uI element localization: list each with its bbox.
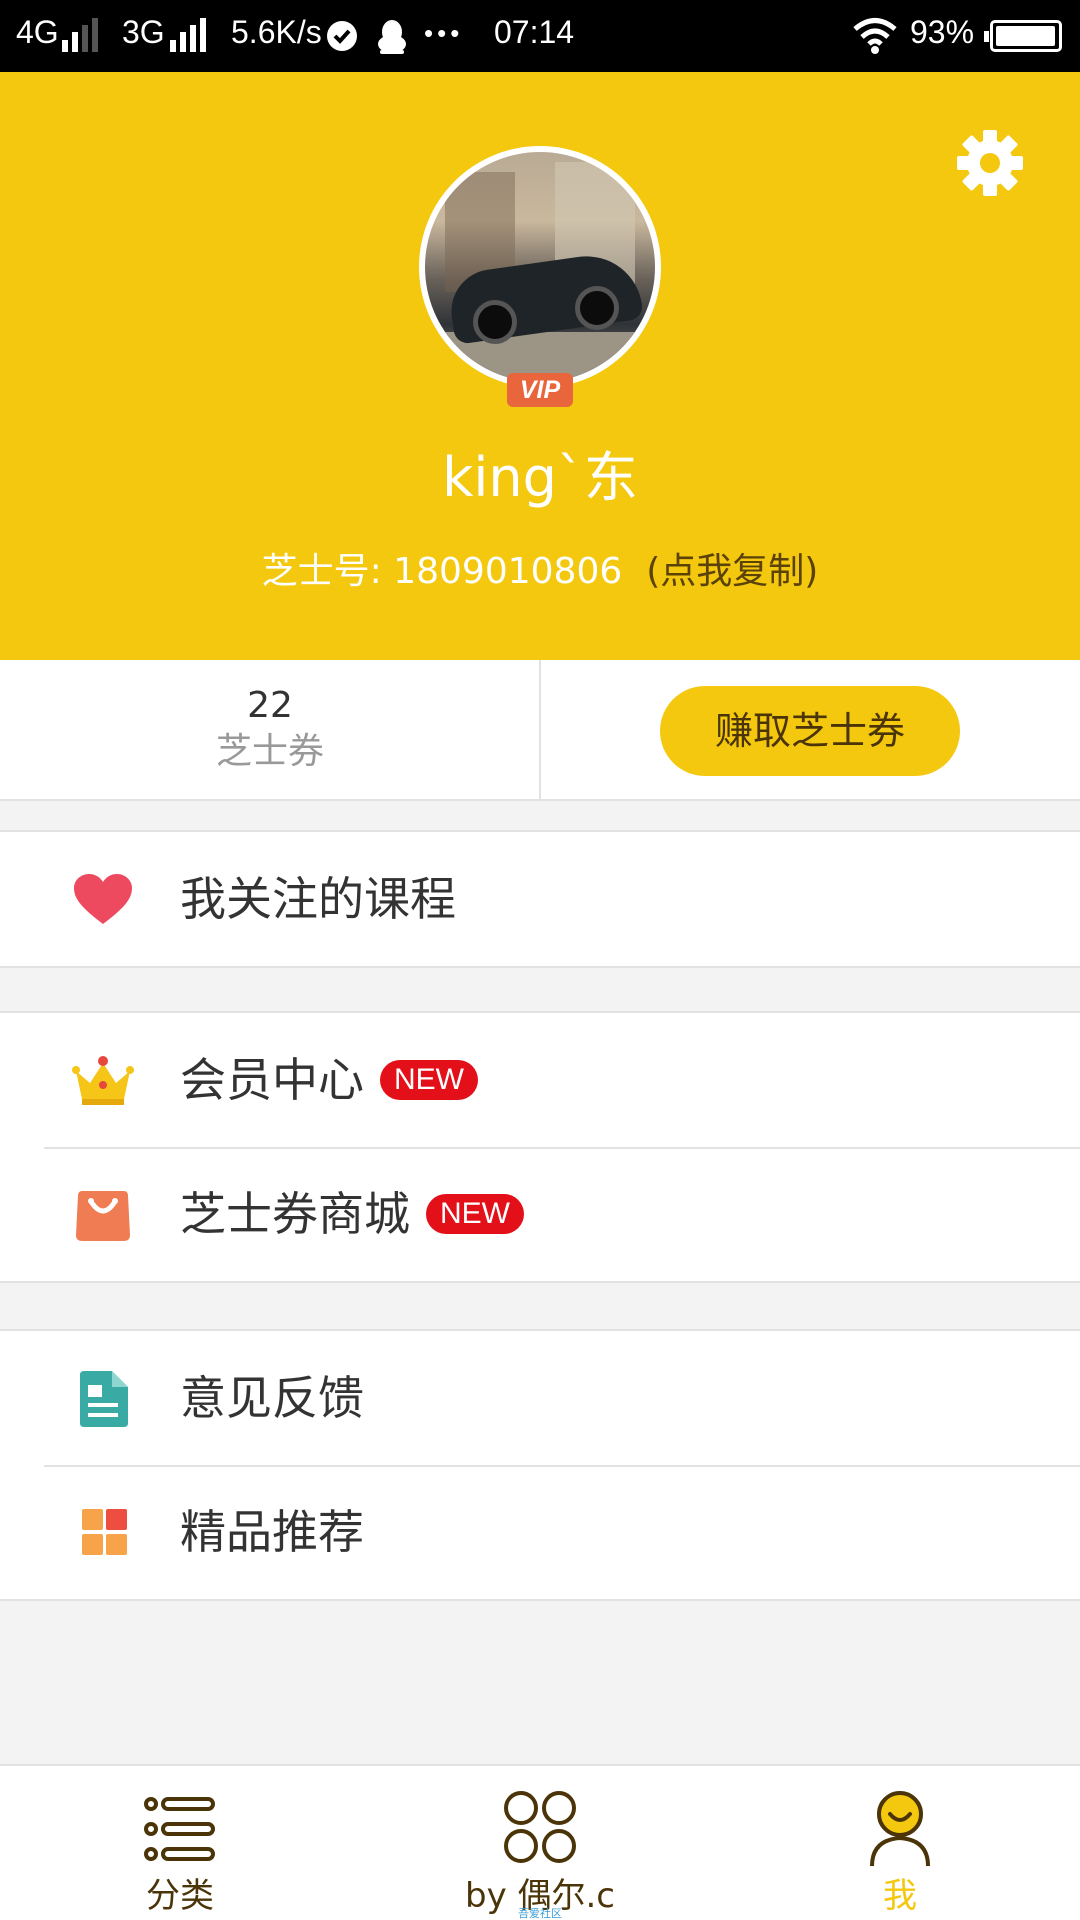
menu-group-membership: 会员中心 NEW 芝士券商城 NEW [0,1011,1080,1283]
copy-id-link[interactable]: (点我复制) [646,551,818,592]
user-icon [870,1791,930,1867]
cheese-id-row[interactable]: 芝士号: 1809010806 (点我复制) [0,550,1080,594]
menu-label: 芝士券商城 NEW [180,1185,524,1243]
network-type-3g: 3G [122,14,165,50]
list-icon [144,1797,215,1861]
tab-label: 我 [883,1876,917,1916]
battery-icon [984,20,1062,52]
menu-item-voucher-mall[interactable]: 芝士券商城 NEW [0,1147,1080,1281]
menu-label: 精品推荐 [180,1505,364,1559]
vip-badge: VIP [507,373,573,407]
network-type-4g: 4G [16,14,59,50]
new-badge: NEW [380,1059,478,1100]
stats-divider [539,660,541,801]
battery-percent: 93% [910,14,975,50]
heart-icon [74,874,132,924]
more-notifications: ••• [424,18,464,48]
profile-screen: 4G 3G 5.6K/s ••• 07:14 93% VIP king`东 芝士… [0,0,1080,1920]
shopping-bag-icon [76,1191,130,1241]
clock: 07:14 [494,14,575,50]
menu-item-followed-courses[interactable]: 我关注的课程 [0,832,1080,966]
wifi-icon [853,18,897,54]
menu-item-recommended[interactable]: 精品推荐 [0,1465,1080,1599]
menu-label: 我关注的课程 [180,872,456,926]
username: king`东 [442,446,638,509]
network-speed: 5.6K/s [231,14,322,50]
menu-label: 意见反馈 [180,1371,364,1425]
menu-group-support: 意见反馈 精品推荐 [0,1329,1080,1601]
four-circles-icon [504,1791,576,1863]
signal-icon [170,18,210,52]
gear-icon[interactable] [955,128,1025,198]
menu-item-feedback[interactable]: 意见反馈 [0,1331,1080,1465]
avatar[interactable] [419,146,661,388]
member-center-label: 会员中心 [180,1053,364,1107]
avatar-photo [425,152,655,382]
watermark: 吾爱社区 [518,1907,562,1920]
check-circle-icon [327,21,357,51]
new-badge: NEW [426,1193,524,1234]
crown-icon [72,1056,134,1105]
status-bar: 4G 3G 5.6K/s ••• 07:14 93% [0,0,1080,72]
stats-row: 22 芝士券 赚取芝士券 [0,660,1080,801]
grid-icon [82,1509,127,1555]
tab-me[interactable]: 我 [720,1766,1080,1920]
menu-item-member-center[interactable]: 会员中心 NEW [0,1013,1080,1147]
tab-center[interactable]: by 偶尔.c [360,1766,720,1920]
bottom-nav: 分类 by 偶尔.c 我 [0,1764,1080,1920]
menu-group-courses: 我关注的课程 [0,830,1080,968]
signal-icon [62,18,102,52]
voucher-label[interactable]: 芝士券 [0,730,540,774]
menu-label: 会员中心 NEW [180,1051,478,1109]
qq-penguin-icon [378,20,406,54]
document-icon [80,1371,128,1427]
earn-vouchers-button[interactable]: 赚取芝士券 [660,686,960,776]
cheese-id: 芝士号: 1809010806 [261,551,623,592]
voucher-mall-label: 芝士券商城 [180,1187,410,1241]
tab-label: 分类 [146,1876,214,1916]
profile-header: VIP king`东 芝士号: 1809010806 (点我复制) [0,72,1080,660]
voucher-count[interactable]: 22 [0,684,540,728]
tab-categories[interactable]: 分类 [0,1766,360,1920]
